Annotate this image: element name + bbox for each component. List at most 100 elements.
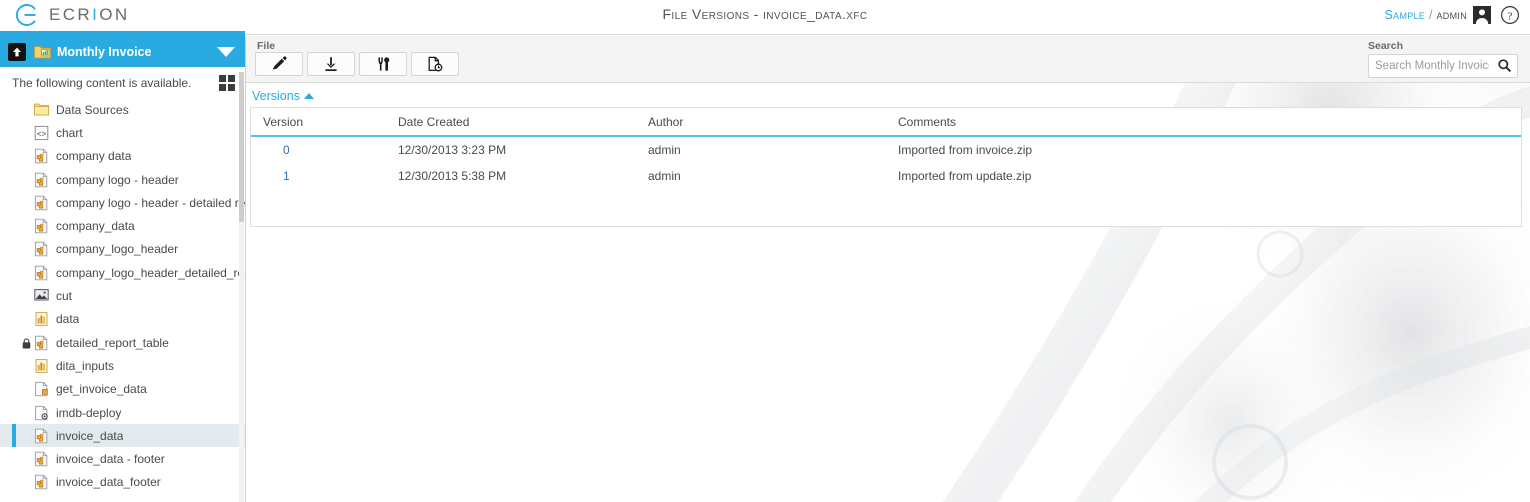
sidebar-title: Monthly Invoice — [57, 44, 152, 59]
template-file-icon — [34, 451, 49, 467]
edit-button[interactable] — [255, 52, 303, 76]
template-file-icon — [34, 218, 49, 234]
user-name: admin — [1436, 8, 1467, 22]
sidebar-scrollbar-thumb[interactable] — [239, 72, 244, 222]
sidebar-item-company-logo-header-detailed-report[interactable]: company_logo_header_detailed_report — [0, 261, 245, 284]
sidebar-item-label: invoice_data_footer — [56, 475, 161, 490]
user-identity[interactable]: Sample / admin — [1385, 8, 1467, 22]
sidebar-item-label: company_logo_header — [56, 242, 179, 257]
page-title-prefix: File Versions - — [662, 6, 764, 22]
top-bar: ECRION File Versions - invoice_data.xfc … — [0, 0, 1530, 30]
column-header-date-created[interactable]: Date Created — [398, 108, 648, 137]
tools-icon — [378, 57, 390, 71]
versions-button[interactable] — [411, 52, 459, 76]
template-file-icon — [34, 265, 49, 281]
template-file-icon — [34, 195, 49, 211]
cell-version: 1 — [251, 163, 398, 189]
template-file-icon — [34, 474, 49, 490]
sidebar-item-label: invoice_data - footer — [56, 452, 165, 467]
search-icon[interactable] — [1497, 58, 1512, 73]
sidebar-item-label: company logo - header — [56, 172, 179, 187]
sidebar: Monthly Invoice The following content is… — [0, 36, 246, 502]
column-header-comments[interactable]: Comments — [898, 108, 1521, 137]
search-box[interactable] — [1368, 54, 1518, 78]
sidebar-item-dita-inputs[interactable]: dita_inputs — [0, 354, 245, 377]
pencil-icon — [273, 56, 287, 70]
versions-table-card: Version Date Created Author Comments 0 12… — [250, 107, 1522, 227]
download-button[interactable] — [307, 52, 355, 76]
cell-version: 0 — [251, 136, 398, 163]
tools-button[interactable] — [359, 52, 407, 76]
svg-text:<>: <> — [37, 130, 47, 139]
sidebar-item-get-invoice-data[interactable]: get_invoice_data — [0, 378, 245, 401]
versions-section-title[interactable]: Versions — [252, 89, 314, 103]
sidebar-file-list[interactable]: Data Sources <> chart company data company l… — [0, 98, 245, 497]
versions-table: Version Date Created Author Comments 0 12… — [251, 108, 1521, 189]
search-input[interactable] — [1373, 55, 1491, 77]
versions-table-body: 0 12/30/2013 3:23 PM admin Imported from in… — [251, 136, 1521, 189]
sidebar-header[interactable]: Monthly Invoice — [0, 36, 245, 67]
sidebar-item-invoice-data[interactable]: invoice_data — [0, 424, 245, 448]
image-file-icon — [34, 288, 49, 304]
download-icon — [325, 57, 337, 71]
cell-date-created: 12/30/2013 3:23 PM — [398, 143, 507, 157]
column-header-author[interactable]: Author — [648, 108, 898, 137]
sidebar-item-label: data — [56, 312, 80, 327]
table-row[interactable]: 1 12/30/2013 5:38 PM admin Imported from up… — [251, 163, 1521, 189]
page-title-file: invoice_data.xfc — [763, 6, 868, 22]
up-arrow-icon[interactable] — [8, 42, 26, 61]
lock-icon — [22, 336, 31, 349]
version-link[interactable]: 0 — [283, 143, 290, 157]
sidebar-item-label: company data — [56, 149, 132, 164]
main-content: File Search Search Monthly Invoice Versi… — [246, 36, 1530, 502]
template-file-icon — [34, 241, 49, 257]
sidebar-item-label: invoice_data — [56, 428, 124, 443]
sort-ascending-icon[interactable] — [303, 93, 314, 99]
sidebar-item-company-data[interactable]: company_data — [0, 214, 245, 237]
data-file-icon — [34, 358, 49, 374]
sidebar-item-company-logo-header[interactable]: company logo - header — [0, 168, 245, 191]
sidebar-item-detailed-report-table[interactable]: detailed_report_table — [0, 331, 245, 354]
user-avatar-icon[interactable] — [1472, 5, 1492, 25]
sidebar-item-label: chart — [56, 125, 83, 140]
deploy-file-icon — [34, 405, 49, 421]
sidebar-item-company-logo-header[interactable]: company_logo_header — [0, 238, 245, 261]
sidebar-item-label: cut — [56, 289, 73, 304]
svg-text:?: ? — [1508, 10, 1513, 22]
sidebar-item-data[interactable]: data — [0, 308, 245, 331]
column-header-version[interactable]: Version — [251, 108, 398, 137]
sidebar-item-invoice-data-footer[interactable]: invoice_data_footer — [0, 471, 245, 494]
sidebar-item-cut[interactable]: cut — [0, 284, 245, 307]
sidebar-subtitle: The following content is available. — [12, 75, 192, 90]
sidebar-item-chart[interactable]: <> chart — [0, 121, 245, 144]
chevron-down-icon[interactable] — [217, 46, 235, 57]
versions-table-header-row: Version Date Created Author Comments — [251, 108, 1521, 137]
sidebar-item-data-sources[interactable]: Data Sources — [0, 98, 245, 121]
cell-comments: Imported from invoice.zip — [898, 143, 1033, 157]
sidebar-item-company-data[interactable]: company data — [0, 145, 245, 168]
sidebar-item-label: company_logo_header_detailed_report — [56, 265, 245, 280]
sidebar-item-imdb-deploy[interactable]: imdb-deploy — [0, 401, 245, 424]
sidebar-item-company-logo-header-detailed-rep[interactable]: company logo - header - detailed rep··· — [0, 191, 245, 214]
sidebar-item-label: detailed_report_table — [56, 335, 169, 350]
help-question-icon[interactable]: ? — [1500, 5, 1520, 25]
table-row[interactable]: 0 12/30/2013 3:23 PM admin Imported from in… — [251, 136, 1521, 163]
script-file-icon — [34, 381, 49, 397]
sidebar-item-label: get_invoice_data — [56, 382, 147, 397]
versions-section-label: Versions — [252, 89, 300, 103]
sidebar-item-label: imdb-deploy — [56, 405, 122, 420]
cell-date-created: 12/30/2013 5:38 PM — [398, 169, 507, 183]
cell-author: admin — [648, 143, 681, 157]
file-versions-page: ECRION File Versions - invoice_data.xfc … — [0, 0, 1530, 502]
user-org: Sample — [1384, 8, 1426, 22]
user-separator: / — [1425, 8, 1437, 22]
user-area: Sample / admin ? — [1385, 3, 1520, 27]
grid-view-icon[interactable] — [219, 74, 235, 91]
version-link[interactable]: 1 — [283, 169, 290, 183]
sidebar-item-label: company_data — [56, 219, 135, 234]
template-file-icon — [34, 428, 49, 444]
background-watermark — [942, 36, 1530, 502]
sidebar-item-invoice-data-footer[interactable]: invoice_data - footer — [0, 447, 245, 470]
sidebar-item-label: company logo - header - detailed rep··· — [56, 195, 245, 210]
ribbon-group-label: File — [257, 40, 276, 52]
